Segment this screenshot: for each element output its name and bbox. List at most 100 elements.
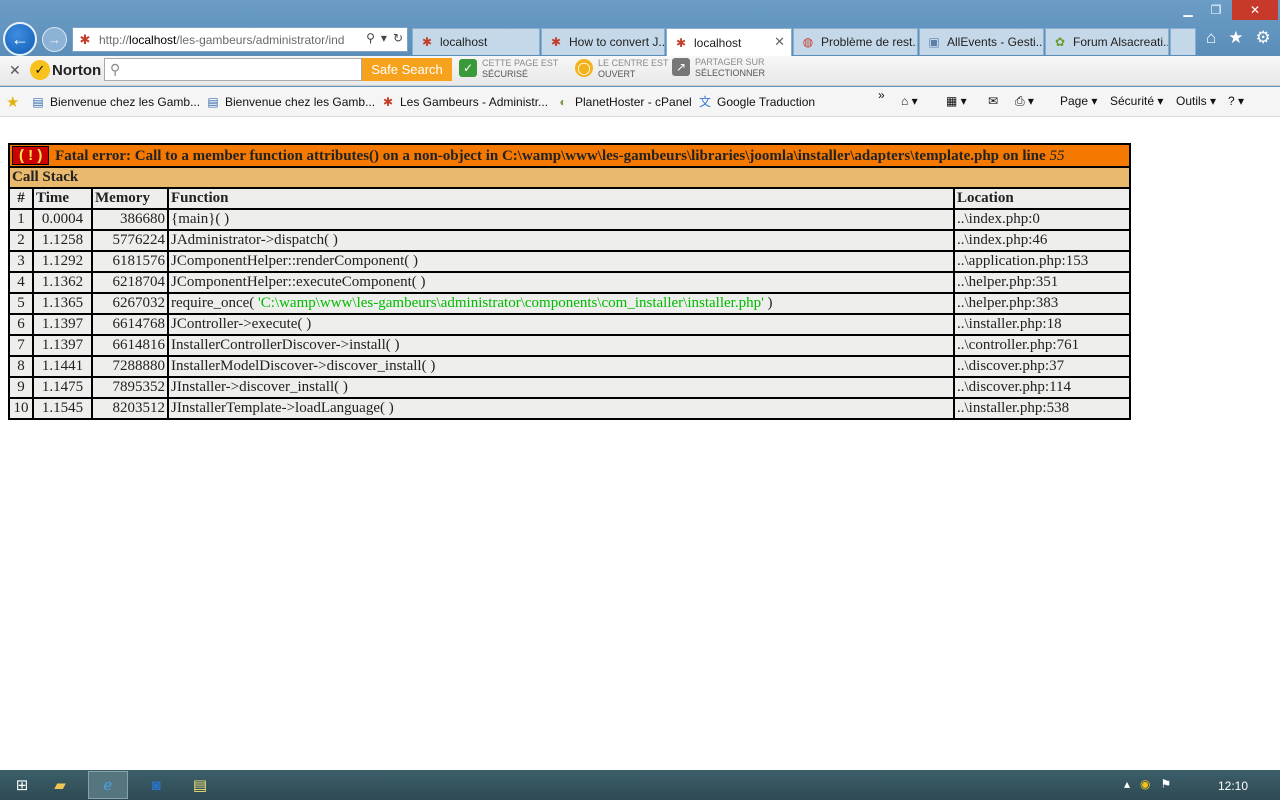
tab-localhost-1[interactable]: ✱ localhost [412,28,540,55]
planethoster-icon: ◐ [559,95,567,109]
cell-location: ..\installer.php:538 [953,397,1131,420]
forward-button[interactable]: → [42,27,67,52]
error-line-number: 55 [1049,148,1065,164]
norton-share-status[interactable]: ↗ PARTAGER SUR SÉLECTIONNER [672,57,765,79]
tab-localhost-active[interactable]: ✱ localhost ✕ [666,28,792,56]
fatal-error-message: ( ! ) Fatal error: Call to a member func… [8,143,1131,168]
arrow-right-icon: → [48,32,61,47]
call-stack-title: Call Stack [8,166,1131,189]
gear-icon[interactable]: ⚙ [1256,28,1271,48]
taskbar-file-explorer[interactable]: ▰ [38,771,82,799]
page-menu[interactable]: Page ▾ [1060,94,1097,108]
alsacreations-favicon-icon: ✿ [1054,35,1066,49]
tray-arrow-icon[interactable]: ▴ [1124,777,1130,791]
cell-function: JInstaller->discover_install( ) [167,376,955,399]
dropdown-icon[interactable]: ▾ [381,31,387,45]
cell-number: 3 [8,250,34,273]
windows-logo-icon: ⊞ [15,777,29,794]
url-path: /les-gambeurs/administrator/ind [176,32,345,47]
column-header-number: # [8,187,34,210]
column-header-location: Location [953,187,1131,210]
norton-check-icon: ✓ [30,60,50,80]
php-error-table: ( ! ) Fatal error: Call to a member func… [8,143,1131,420]
cell-function: {main}( ) [167,208,955,231]
address-bar[interactable]: ✱ http://localhost/les-gambeurs/administ… [72,27,408,52]
cell-number: 4 [8,271,34,294]
cell-memory: 386680 [91,208,169,231]
cell-function: JInstallerTemplate->loadLanguage( ) [167,397,955,420]
norton-center-status[interactable]: ◯ LE CENTRE EST OUVERT [575,58,669,80]
safe-search-button[interactable]: Safe Search [362,58,452,81]
cell-memory: 6614768 [91,313,169,336]
taskbar-sticky-notes[interactable]: ▤ [178,771,222,799]
tab-probleme-de-rest[interactable]: ◍ Problème de rest... [793,28,918,55]
back-button[interactable]: ← [3,22,37,56]
favorite-item-bienvenue-2[interactable]: ▤ Bienvenue chez les Gamb... [205,94,375,110]
maximize-button[interactable]: ❐ [1202,0,1230,20]
home-dropdown-icon[interactable]: ⌂ ▾ [901,94,918,108]
close-tab-icon[interactable]: ✕ [774,34,785,50]
cell-memory: 6181576 [91,250,169,273]
tab-label: Forum Alsacreati... [1073,35,1169,49]
favorites-bar-star-icon[interactable]: ★ [6,93,19,111]
norton-logo: ✓ Norton [30,60,101,80]
clock[interactable]: 12:10 [1218,779,1248,793]
cell-time: 1.1292 [32,250,93,273]
security-menu[interactable]: Sécurité ▾ [1110,94,1163,108]
error-header-row: ( ! ) Fatal error: Call to a member func… [8,143,1131,168]
favorite-item-planethoster[interactable]: ◐ PlanetHoster - cPanel [555,94,691,110]
taskbar-outlook[interactable]: ◙ [134,771,178,799]
cell-memory: 6267032 [91,292,169,315]
page-icon: ▣ [928,35,940,49]
cell-time: 1.1397 [32,334,93,357]
new-tab-button[interactable] [1170,28,1196,55]
minimize-button[interactable]: ▁ [1174,0,1202,20]
favorite-item-bienvenue-1[interactable]: ▤ Bienvenue chez les Gamb... [30,94,200,110]
table-row: 5 1.1365 6267032 require_once( 'C:\wamp\www… [8,292,1131,315]
safe-search-input[interactable] [104,58,362,81]
norton-tray-icon[interactable]: ◉ [1140,777,1150,791]
error-bang-icon: ( ! ) [12,146,50,165]
cell-function: InstallerModelDiscover->discover_install… [167,355,955,378]
cell-function: JController->execute( ) [167,313,955,336]
call-stack-body: 1 0.0004 386680 {main}( ) ..\index.php:0 2 1.1… [8,208,1131,420]
cell-number: 2 [8,229,34,252]
favorite-item-google-traduction[interactable]: 文 Google Traduction [697,94,815,110]
tab-forum-alsacreations[interactable]: ✿ Forum Alsacreati... [1045,28,1169,55]
norton-page-secure-status[interactable]: ✓ CETTE PAGE EST SÉCURISÉ [459,58,558,80]
cell-time: 1.1258 [32,229,93,252]
cell-memory: 8203512 [91,397,169,420]
tools-menu[interactable]: Outils ▾ [1176,94,1216,108]
print-icon[interactable]: ⎙ ▾ [1015,94,1034,109]
feeds-icon[interactable]: ▦ ▾ [946,94,967,108]
help-menu[interactable]: ? ▾ [1228,94,1244,108]
cell-function: JComponentHelper::executeComponent( ) [167,271,955,294]
joomla-favicon-icon: ✱ [79,31,91,47]
table-row: 6 1.1397 6614768 JController->execute( ) ..\… [8,313,1131,336]
favorite-item-les-gambeurs-admin[interactable]: ✱ Les Gambeurs - Administr... [380,94,548,110]
close-toolbar-icon[interactable]: ✕ [9,62,21,79]
cell-function: require_once( 'C:\wamp\www\les-gambeurs\… [167,292,955,315]
search-icon[interactable]: ⚲ [366,31,375,45]
column-header-memory: Memory [91,187,169,210]
cell-memory: 6218704 [91,271,169,294]
home-icon[interactable]: ⌂ [1206,28,1216,48]
cell-time: 1.1397 [32,313,93,336]
folder-icon: ▰ [54,777,66,794]
taskbar-internet-explorer[interactable]: ℯ [88,771,128,799]
more-favorites-icon[interactable]: » [878,88,885,102]
page-icon: ▤ [32,95,44,109]
refresh-icon[interactable]: ↻ [393,31,403,45]
column-header-function: Function [167,187,955,210]
tab-how-to-convert[interactable]: ✱ How to convert J... [541,28,665,55]
system-tray: ▴ ◉ ⚑ [1124,777,1171,791]
table-row: 9 1.1475 7895352 JInstaller->discover_insta… [8,376,1131,399]
windows-taskbar: ⊞ ▰ ℯ ◙ ▤ [0,770,1280,800]
cell-time: 1.1441 [32,355,93,378]
flag-icon[interactable]: ⚑ [1161,777,1172,791]
mail-icon[interactable]: ✉ [988,94,998,108]
favorites-star-icon[interactable]: ★ [1228,28,1243,48]
tab-allevents[interactable]: ▣ AllEvents - Gesti... [919,28,1044,55]
cell-number: 10 [8,397,34,420]
close-window-button[interactable]: ✕ [1232,0,1278,20]
